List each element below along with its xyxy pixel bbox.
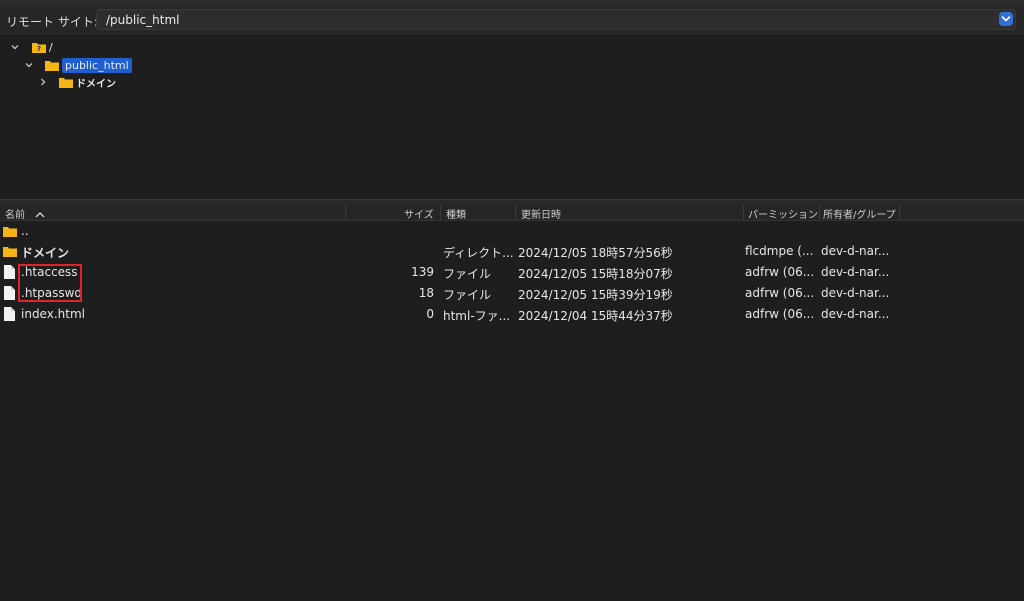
file-permissions: adfrw (06... [745, 286, 815, 300]
file-name: ドメイン [21, 246, 70, 260]
file-modified: 2024/12/05 15時39分19秒 [518, 288, 673, 302]
column-header-name[interactable]: 名前 [5, 206, 46, 221]
table-row[interactable]: .. [0, 221, 1024, 242]
file-permissions: flcdmpe (... [745, 244, 814, 258]
column-separator[interactable] [440, 204, 441, 220]
tree-node-root[interactable]: ? / [10, 39, 53, 55]
remote-file-list: .. ドメイン ディレクト... 2024/12/05 18時57分56秒 fl… [0, 221, 1024, 601]
file-type: ディレクト... [443, 246, 514, 260]
column-separator[interactable] [515, 204, 516, 220]
file-name: .. [21, 224, 29, 238]
tree-node-domain[interactable]: ドメイン [38, 74, 116, 90]
file-name: index.html [21, 307, 85, 321]
remote-site-label: リモート サイト: [6, 15, 98, 29]
svg-text:?: ? [37, 45, 41, 53]
file-modified: 2024/12/05 18時57分56秒 [518, 246, 673, 260]
file-type: ファイル [443, 288, 492, 302]
table-row[interactable]: .htaccess 139 ファイル 2024/12/05 15時18分07秒 … [0, 262, 1024, 283]
file-type: html-ファ... [443, 309, 511, 323]
column-header-modified[interactable]: 更新日時 [521, 206, 561, 221]
folder-icon [3, 227, 17, 237]
file-size: 139 [411, 265, 434, 279]
column-separator[interactable] [743, 204, 744, 220]
chevron-down-icon[interactable] [24, 60, 34, 70]
folder-icon [45, 60, 59, 71]
file-size: 18 [418, 286, 434, 300]
folder-icon [3, 247, 17, 257]
tree-label-root: / [49, 40, 53, 54]
file-owner: dev-d-nar... [821, 307, 890, 321]
table-row[interactable]: .htpasswd 18 ファイル 2024/12/05 15時39分19秒 a… [0, 283, 1024, 304]
file-modified: 2024/12/05 15時18分07秒 [518, 267, 673, 281]
file-owner: dev-d-nar... [821, 265, 890, 279]
path-dropdown-button[interactable] [999, 12, 1013, 26]
file-type: ファイル [443, 267, 492, 281]
chevron-right-icon[interactable] [38, 77, 48, 87]
file-permissions: adfrw (06... [745, 307, 815, 321]
column-separator[interactable] [345, 204, 346, 220]
annotation-highlight-box [18, 264, 82, 302]
chevron-down-icon[interactable] [10, 42, 20, 52]
remote-directory-tree: ? / public_html ドメイン [0, 35, 1024, 200]
file-icon [4, 286, 15, 300]
column-header-type[interactable]: 種類 [446, 206, 466, 221]
file-permissions: adfrw (06... [745, 265, 815, 279]
column-header-size[interactable]: サイズ [404, 206, 434, 221]
file-owner: dev-d-nar... [821, 244, 890, 258]
file-icon [4, 307, 15, 321]
column-separator[interactable] [899, 204, 900, 220]
sort-ascending-icon [35, 212, 45, 218]
file-list-header: 名前 サイズ 種類 更新日時 パーミッション 所有者/グループ [0, 204, 1024, 221]
remote-site-bar: リモート サイト: /public_html [0, 6, 1024, 35]
table-row[interactable]: index.html 0 html-ファ... 2024/12/04 15時44… [0, 304, 1024, 325]
tree-node-public-html[interactable]: public_html [24, 57, 132, 73]
file-size: 0 [426, 307, 434, 321]
tree-label-public-html: public_html [62, 57, 132, 73]
column-header-name-label: 名前 [5, 210, 25, 221]
column-header-owner[interactable]: 所有者/グループ [823, 206, 896, 221]
table-row[interactable]: ドメイン ディレクト... 2024/12/05 18時57分56秒 flcdm… [0, 241, 1024, 262]
column-separator[interactable] [819, 204, 820, 220]
file-icon [4, 265, 15, 279]
file-owner: dev-d-nar... [821, 286, 890, 300]
file-modified: 2024/12/04 15時44分37秒 [518, 309, 673, 323]
remote-path-combobox[interactable]: /public_html [96, 9, 1016, 30]
folder-icon [59, 77, 73, 88]
remote-path-value: /public_html [106, 13, 180, 27]
folder-root-icon: ? [32, 42, 46, 53]
chevron-down-icon [1001, 16, 1011, 22]
tree-label-domain: ドメイン [76, 78, 116, 90]
column-header-permissions[interactable]: パーミッション [748, 206, 818, 221]
